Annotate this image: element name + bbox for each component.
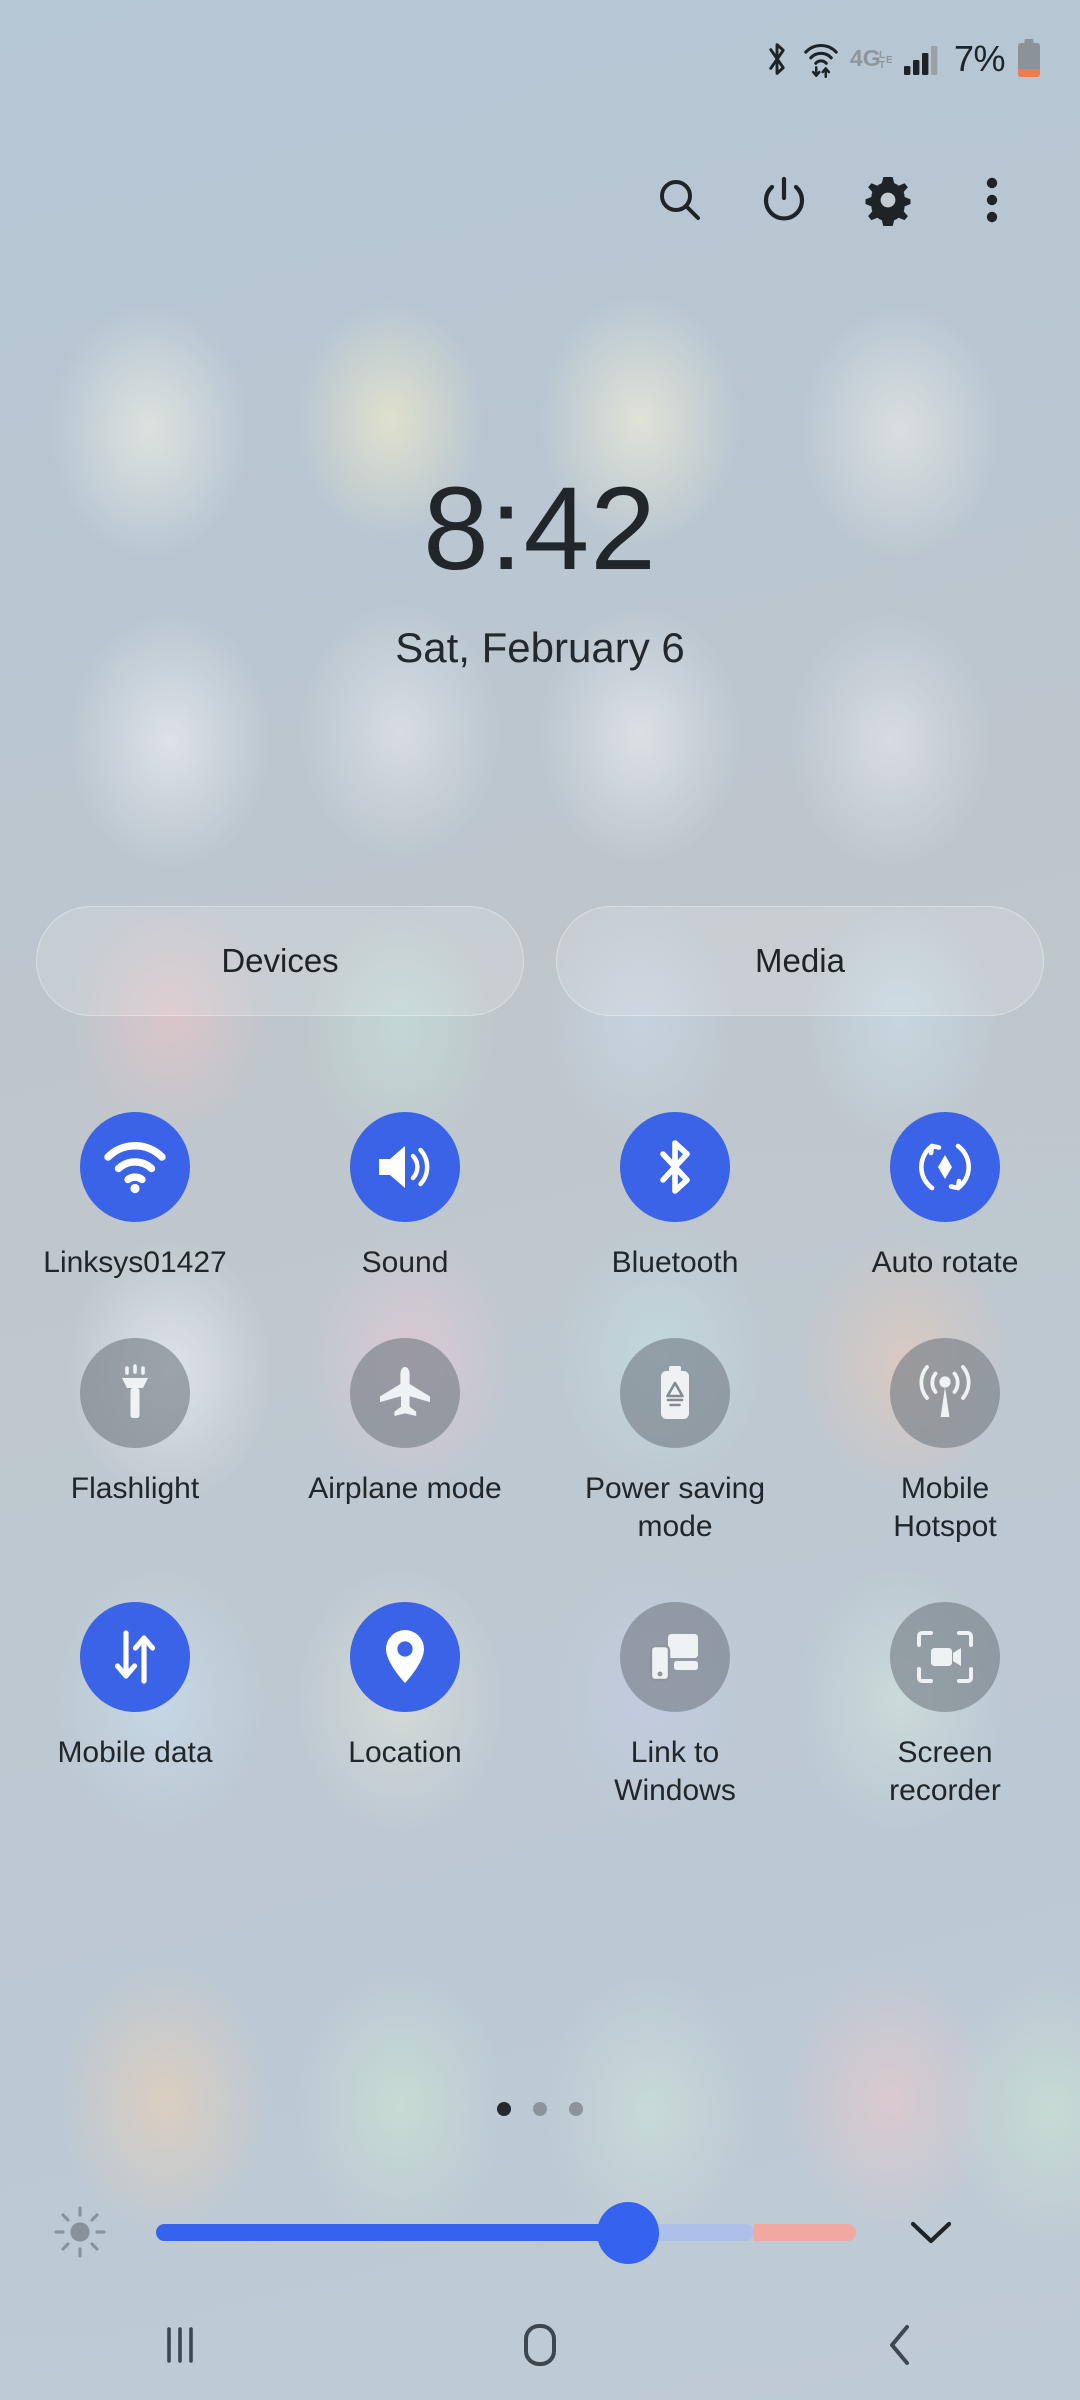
qs-tile-label: Power saving mode	[584, 1472, 766, 1543]
qs-tile-mobile-data[interactable]: Mobile data	[0, 1602, 270, 1810]
qs-tile-link-to-windows[interactable]: Link to Windows	[540, 1602, 810, 1810]
clock-time: 8:42	[423, 463, 657, 595]
qs-tile-label: Linksys01427	[43, 1246, 227, 1279]
clock-widget[interactable]: 8:42 Sat, February 6	[0, 470, 1080, 672]
brightness-slider[interactable]	[156, 2192, 856, 2272]
page-dot-3[interactable]	[569, 2102, 583, 2116]
svg-text:T: T	[879, 60, 885, 71]
quick-settings-panel: 4G L T E 7% 8:42 Sat, February 6 Devices…	[0, 0, 1080, 2400]
signal-bars-icon	[903, 43, 941, 75]
wifi-data-icon	[803, 40, 839, 78]
brightness-sun-icon	[52, 2204, 108, 2260]
qs-tile-label: Sound	[361, 1246, 449, 1279]
qs-tile-airplane-mode[interactable]: Airplane mode	[270, 1338, 540, 1546]
qs-tile-label: Airplane mode	[308, 1472, 502, 1505]
qs-tile-mobile-hotspot[interactable]: Mobile Hotspot	[810, 1338, 1080, 1546]
qs-tile-label: Screen recorder	[889, 1736, 1001, 1807]
qs-tile-label: Mobile Hotspot	[893, 1472, 997, 1543]
flashlight-icon	[80, 1338, 190, 1448]
qs-tile-auto-rotate[interactable]: Auto rotate	[810, 1112, 1080, 1282]
brightness-thumb[interactable]	[597, 2202, 659, 2264]
sound-icon	[350, 1112, 460, 1222]
qs-tile-label: Location	[348, 1736, 462, 1769]
media-pill[interactable]: Media	[556, 906, 1044, 1016]
qs-tile-screen-recorder[interactable]: Screen recorder	[810, 1602, 1080, 1810]
devices-pill[interactable]: Devices	[36, 906, 524, 1016]
hotspot-icon	[890, 1338, 1000, 1448]
more-options-icon[interactable]	[940, 152, 1044, 248]
qs-tile-label: Auto rotate	[871, 1246, 1019, 1279]
screen-recorder-icon	[890, 1602, 1000, 1712]
recents-button[interactable]	[0, 2290, 360, 2400]
brightness-extra-track	[754, 2224, 856, 2241]
quick-settings-row: Mobile data Location Link to Windows Scr…	[0, 1602, 1080, 1810]
wifi-icon	[80, 1112, 190, 1222]
qs-tile-label: Flashlight	[70, 1472, 200, 1505]
qs-tile-label: Link to Windows	[614, 1736, 736, 1807]
search-icon[interactable]	[628, 152, 732, 248]
bluetooth-icon	[620, 1112, 730, 1222]
qs-tile-flashlight[interactable]: Flashlight	[0, 1338, 270, 1546]
quick-settings-grid: Linksys01427 Sound Bluetooth Auto rotate…	[0, 1112, 1080, 1810]
qs-tile-power-saving-mode[interactable]: Power saving mode	[540, 1338, 810, 1546]
qs-tile-bluetooth[interactable]: Bluetooth	[540, 1112, 810, 1282]
back-button[interactable]	[720, 2290, 1080, 2400]
4g-lte-icon: 4G L T E	[850, 44, 892, 74]
gear-icon[interactable]	[836, 152, 940, 248]
brightness-filled-track	[156, 2224, 632, 2241]
clock-date: Sat, February 6	[395, 624, 685, 671]
qs-tile-sound[interactable]: Sound	[270, 1112, 540, 1282]
auto-rotate-icon	[890, 1112, 1000, 1222]
panel-shortcut-row: Devices Media	[36, 906, 1044, 1016]
home-button[interactable]	[360, 2290, 720, 2400]
battery-low-icon	[1016, 39, 1042, 79]
battery-percent-label: 7%	[953, 38, 1006, 79]
location-pin-icon	[350, 1602, 460, 1712]
status-bar: 4G L T E 7%	[0, 0, 1080, 118]
qs-tile-label: Mobile data	[57, 1736, 213, 1769]
page-dot-1[interactable]	[497, 2102, 511, 2116]
chevron-down-icon[interactable]	[896, 2217, 966, 2247]
brightness-row	[0, 2192, 1080, 2272]
svg-text:4G: 4G	[850, 45, 881, 71]
navigation-bar	[0, 2290, 1080, 2400]
quick-settings-row: Linksys01427 Sound Bluetooth Auto rotate	[0, 1112, 1080, 1282]
power-saving-icon	[620, 1338, 730, 1448]
qs-tile-label: Bluetooth	[611, 1246, 739, 1279]
mobile-data-icon	[80, 1602, 190, 1712]
link-to-windows-icon	[620, 1602, 730, 1712]
bluetooth-icon	[762, 40, 792, 78]
qs-tile-location[interactable]: Location	[270, 1602, 540, 1810]
page-dot-2[interactable]	[533, 2102, 547, 2116]
power-icon[interactable]	[732, 152, 836, 248]
quick-settings-row: Flashlight Airplane mode Power saving mo…	[0, 1338, 1080, 1546]
header-action-bar	[0, 152, 1080, 248]
qs-tile-wifi[interactable]: Linksys01427	[0, 1112, 270, 1282]
page-indicator	[0, 2102, 1080, 2116]
svg-text:E: E	[886, 55, 892, 66]
airplane-icon	[350, 1338, 460, 1448]
